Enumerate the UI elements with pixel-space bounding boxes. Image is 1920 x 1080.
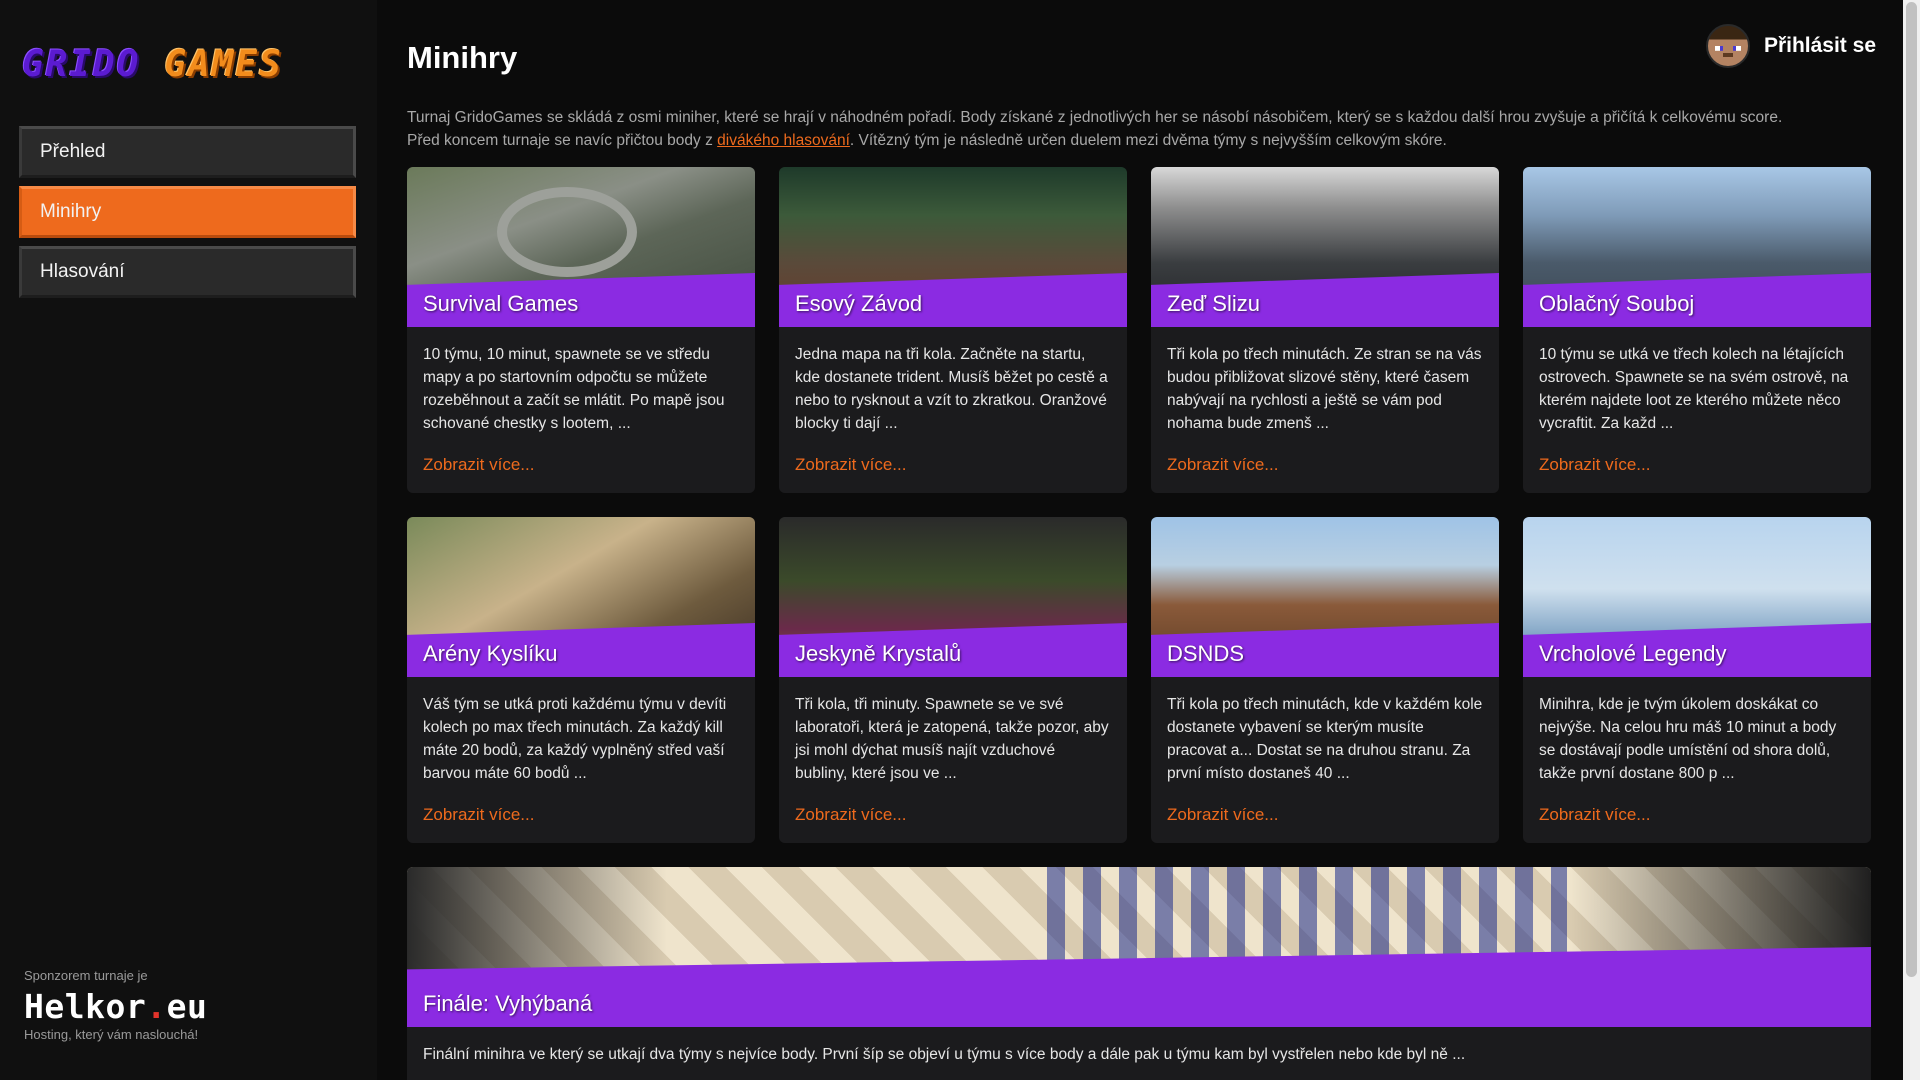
show-more-link[interactable]: Zobrazit více... bbox=[1539, 455, 1650, 475]
logo[interactable]: GRIDO GAMES bbox=[22, 43, 283, 85]
sidebar-item-prehled[interactable]: Přehled bbox=[19, 126, 356, 178]
logo-word-games: GAMES bbox=[164, 43, 283, 85]
sponsor-block: Sponzorem turnaje je Helkor.eu Hosting, … bbox=[24, 968, 207, 1042]
sponsor-logo[interactable]: Helkor.eu bbox=[24, 987, 207, 1026]
show-more-link[interactable]: Zobrazit více... bbox=[1167, 455, 1278, 475]
finale-card[interactable]: Finále: Vyhýbaná Finální minihra ve kter… bbox=[407, 867, 1871, 1080]
minigame-title: Vrcholové Legendy bbox=[1539, 641, 1727, 666]
minigame-description: Tři kola po třech minutách. Ze stran se … bbox=[1167, 346, 1482, 432]
intro-text: Turnaj GridoGames se skládá z osmi minih… bbox=[407, 106, 1887, 152]
minigame-title: Esový Závod bbox=[795, 291, 923, 316]
show-more-link[interactable]: Zobrazit více... bbox=[423, 805, 534, 825]
show-more-link[interactable]: Zobrazit více... bbox=[795, 455, 906, 475]
minigame-card-jeskyne-krystalu[interactable]: Jeskyně Krystalů Tři kola, tři minuty. S… bbox=[779, 517, 1127, 843]
minigame-description: Váš tým se utká proti každému týmu v dev… bbox=[423, 696, 727, 782]
finale-description: Finální minihra ve který se utkají dva t… bbox=[423, 1046, 1466, 1063]
minigame-title: Zeď Slizu bbox=[1167, 291, 1260, 316]
minigame-grid: Survival Games 10 týmu, 10 minut, spawne… bbox=[407, 167, 1871, 843]
login-button[interactable]: Přihlásit se bbox=[1705, 24, 1876, 68]
minigame-card-survival-games[interactable]: Survival Games 10 týmu, 10 minut, spawne… bbox=[407, 167, 755, 493]
intro-line-2: Před koncem turnaje se navíc přičtou bod… bbox=[407, 129, 1887, 152]
minigame-thumbnail: Arény Kyslíku bbox=[407, 517, 755, 677]
minigame-card-oblacny-souboj[interactable]: Oblačný Souboj 10 týmu se utká ve třech … bbox=[1523, 167, 1871, 493]
minigame-thumbnail: Zeď Slizu bbox=[1151, 167, 1499, 327]
minigame-description: Minihra, kde je tvým úkolem doskákat co … bbox=[1539, 696, 1837, 782]
minigame-thumbnail: Jeskyně Krystalů bbox=[779, 517, 1127, 677]
sidebar-item-label: Minihry bbox=[40, 201, 102, 222]
minigame-description: Tři kola, tři minuty. Spawnete se ve své… bbox=[795, 696, 1109, 782]
scrollbar[interactable] bbox=[1903, 0, 1920, 1080]
page-title: Minihry bbox=[407, 40, 518, 75]
minigame-title: Jeskyně Krystalů bbox=[795, 641, 962, 666]
minigame-card-esovy-zavod[interactable]: Esový Závod Jedna mapa na tři kola. Začn… bbox=[779, 167, 1127, 493]
show-more-link[interactable]: Zobrazit více... bbox=[423, 455, 534, 475]
minigame-thumbnail: Oblačný Souboj bbox=[1523, 167, 1871, 327]
minigame-description: 10 týmu se utká ve třech kolech na létaj… bbox=[1539, 346, 1849, 432]
sponsor-tagline: Hosting, který vám naslouchá! bbox=[24, 1027, 199, 1042]
minigame-thumbnail: Survival Games bbox=[407, 167, 755, 327]
login-label: Přihlásit se bbox=[1763, 34, 1876, 57]
sidebar-item-hlasovani[interactable]: Hlasování bbox=[19, 246, 356, 298]
minigame-description: Jedna mapa na tři kola. Začněte na start… bbox=[795, 346, 1108, 432]
finale-thumbnail: Finále: Vyhýbaná bbox=[407, 867, 1871, 1027]
minigame-thumbnail: Esový Závod bbox=[779, 167, 1127, 327]
finale-title: Finále: Vyhýbaná bbox=[423, 991, 593, 1016]
intro-line-2-before: Před koncem turnaje se navíc přičtou bod… bbox=[407, 132, 718, 149]
minigame-description: Tři kola po třech minutách, kde v každém… bbox=[1167, 696, 1483, 782]
sponsor-brand-main: Helkor bbox=[24, 987, 147, 1026]
minigame-title: Survival Games bbox=[423, 291, 579, 316]
minigame-title: Oblačný Souboj bbox=[1539, 291, 1695, 316]
minigame-card-areny-kysliku[interactable]: Arény Kyslíku Váš tým se utká proti každ… bbox=[407, 517, 755, 843]
sponsor-label: Sponzorem turnaje je bbox=[24, 968, 148, 983]
minigame-description: 10 týmu, 10 minut, spawnete se ve středu… bbox=[423, 346, 725, 432]
minigame-title: DSNDS bbox=[1167, 641, 1245, 666]
scrollbar-thumb[interactable] bbox=[1906, 2, 1917, 977]
sidebar-nav: Přehled Minihry Hlasování bbox=[19, 126, 356, 306]
show-more-link[interactable]: Zobrazit více... bbox=[1167, 805, 1278, 825]
minigame-thumbnail: DSNDS bbox=[1151, 517, 1499, 677]
minigame-card-zed-slizu[interactable]: Zeď Slizu Tři kola po třech minutách. Ze… bbox=[1151, 167, 1499, 493]
show-more-link[interactable]: Zobrazit více... bbox=[795, 805, 906, 825]
voting-link[interactable]: divákého hlasování bbox=[717, 132, 850, 149]
minigame-card-vrcholove-legendy[interactable]: Vrcholové Legendy Minihra, kde je tvým ú… bbox=[1523, 517, 1871, 843]
avatar bbox=[1705, 24, 1750, 68]
show-more-link[interactable]: Zobrazit více... bbox=[1539, 805, 1650, 825]
intro-line-2-after: . Vítězný tým je následně určen duelem m… bbox=[849, 132, 1447, 149]
sidebar-item-label: Hlasování bbox=[40, 261, 125, 282]
sidebar-item-minihry[interactable]: Minihry bbox=[19, 186, 356, 238]
minigame-card-dsnds[interactable]: DSNDS Tři kola po třech minutách, kde v … bbox=[1151, 517, 1499, 843]
logo-word-grido: GRIDO bbox=[22, 43, 141, 85]
intro-line-1: Turnaj GridoGames se skládá z osmi minih… bbox=[407, 109, 1783, 126]
sponsor-brand-dot: . bbox=[146, 987, 167, 1026]
sponsor-brand-tld: eu bbox=[166, 987, 208, 1026]
minigame-title: Arény Kyslíku bbox=[423, 641, 558, 666]
minigame-thumbnail: Vrcholové Legendy bbox=[1523, 517, 1871, 677]
sidebar-item-label: Přehled bbox=[40, 141, 106, 162]
sidebar: GRIDO GAMES Přehled Minihry Hlasování Sp… bbox=[0, 0, 377, 1080]
